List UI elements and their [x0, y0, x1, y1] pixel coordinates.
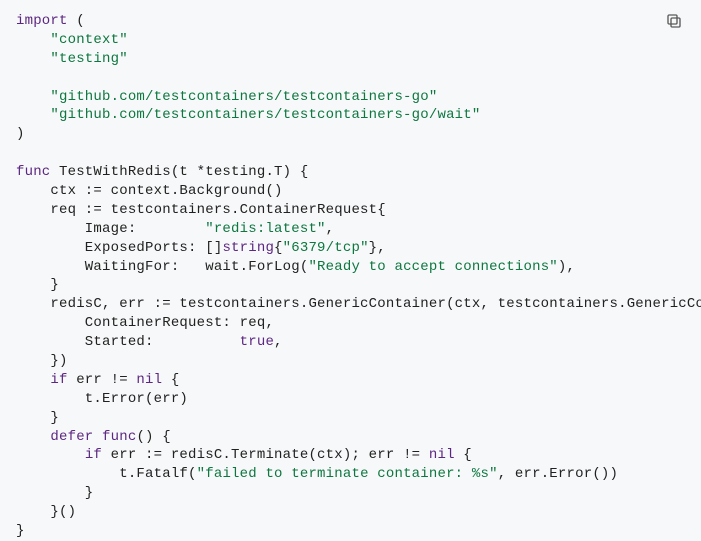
code-token [16, 372, 50, 388]
code-token: Image: [16, 221, 205, 237]
copy-icon [665, 12, 683, 30]
code-token [16, 429, 50, 445]
code-token: ), [558, 259, 575, 275]
code-token: }() [16, 504, 76, 520]
code-token: "failed to terminate container: %s" [197, 466, 498, 482]
code-token: if [85, 447, 102, 463]
code-token: }) [16, 353, 68, 369]
code-token: nil [136, 372, 162, 388]
code-token: TestWithRedis(t *testing.T) { [50, 164, 308, 180]
code-token: "Ready to accept connections" [308, 259, 557, 275]
code-token: ExposedPorts: [] [16, 240, 222, 256]
copy-button[interactable] [665, 10, 687, 32]
code-token: string [222, 240, 274, 256]
code-token: { [274, 240, 283, 256]
code-token: import [16, 13, 68, 29]
code-token [16, 447, 85, 463]
code-token: t.Error(err) [16, 391, 188, 407]
code-token: defer [50, 429, 93, 445]
code-token: func [16, 164, 50, 180]
code-token: t.Fatalf( [16, 466, 197, 482]
code-token: } [16, 410, 59, 426]
code-token: "context" [50, 32, 127, 48]
code-token: WaitingFor: wait.ForLog( [16, 259, 308, 275]
code-token: , [274, 334, 283, 350]
code-token: ctx := context.Background() [16, 183, 283, 199]
code-token: , [326, 221, 335, 237]
code-token: "github.com/testcontainers/testcontainer… [50, 107, 480, 123]
code-token: } [16, 277, 59, 293]
code-token: true [240, 334, 274, 350]
code-token: req := testcontainers.ContainerRequest{ [16, 202, 386, 218]
code-token: nil [429, 447, 455, 463]
code-token: { [162, 372, 179, 388]
code-token: () { [136, 429, 170, 445]
code-token [16, 107, 50, 123]
code-token: }, [369, 240, 386, 256]
code-token: "github.com/testcontainers/testcontainer… [50, 89, 437, 105]
code-token [16, 89, 50, 105]
code-token: func [102, 429, 136, 445]
code-token: ContainerRequest: req, [16, 315, 274, 331]
code-token: err != [68, 372, 137, 388]
code-token: } [16, 485, 93, 501]
code-token: , err.Error()) [498, 466, 618, 482]
code-token: if [50, 372, 67, 388]
code-token: { [455, 447, 472, 463]
code-token [16, 51, 50, 67]
code-token: Started: [16, 334, 240, 350]
code-token: "6379/tcp" [283, 240, 369, 256]
code-token: "redis:latest" [205, 221, 325, 237]
code-token: } [16, 523, 25, 539]
code-token: ) [16, 126, 25, 142]
code-block: import ( "context" "testing" "github.com… [16, 12, 685, 541]
code-token [93, 429, 102, 445]
code-token [16, 32, 50, 48]
code-token: redisC, err := testcontainers.GenericCon… [16, 296, 701, 312]
code-token: err := redisC.Terminate(ctx); err != [102, 447, 429, 463]
code-token: "testing" [50, 51, 127, 67]
code-token: ( [68, 13, 85, 29]
